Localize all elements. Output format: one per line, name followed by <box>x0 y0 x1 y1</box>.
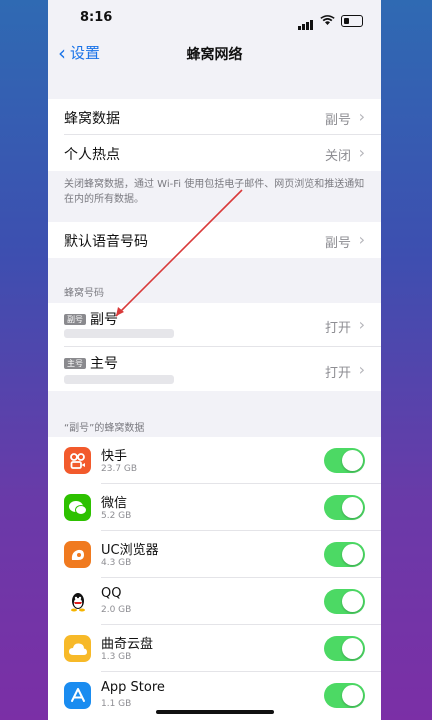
sim-label: 主号 主号 <box>64 353 118 373</box>
app-row-qq: QQ 2.0 GB <box>48 578 381 625</box>
sim-name: 副号 <box>90 312 118 328</box>
app-name: UC浏览器 <box>101 543 159 558</box>
cellular-toggle[interactable] <box>324 542 365 567</box>
cellular-signal-icon <box>298 11 314 30</box>
app-row-uc-browser: UC浏览器 4.3 GB <box>48 531 381 578</box>
status-bar: 8:16 <box>48 0 381 34</box>
app-name: 快手 <box>101 449 128 464</box>
app-usage: 2.0 GB <box>101 605 132 615</box>
cellular-numbers-header: 蜂窝号码 <box>64 288 104 299</box>
chevron-right-icon: › <box>358 107 365 126</box>
app-store-icon <box>64 682 91 709</box>
cellular-data-note: 关闭蜂窝数据，通过 Wi-Fi 使用包括电子邮件、网页浏览和推送通知在内的所有数… <box>64 179 365 205</box>
app-usage: 5.2 GB <box>101 511 132 521</box>
default-voice-line-row[interactable]: 默认语音号码 副号 › <box>48 222 381 258</box>
wifi-icon <box>320 15 335 25</box>
navigation-bar: ‹ 设置 蜂窝网络 <box>48 34 381 72</box>
app-row-kuaishou: 快手 23.7 GB <box>48 437 381 484</box>
uc-browser-icon <box>64 541 91 568</box>
primary-line-row[interactable]: 主号 主号 打开 › <box>48 347 381 391</box>
chevron-right-icon: › <box>358 360 365 379</box>
page-title: 蜂窝网络 <box>186 47 243 63</box>
app-name: 曲奇云盘 <box>101 637 154 652</box>
app-data-group: 快手 23.7 GB 微信 5.2 GB UC浏览器 4.3 GB QQ 2.0… <box>48 437 381 720</box>
row-label: 默认语音号码 <box>64 234 148 250</box>
cellular-settings-group: 蜂窝数据 副号 › 个人热点 关闭 › <box>48 99 381 171</box>
personal-hotspot-row[interactable]: 个人热点 关闭 › <box>48 135 381 171</box>
cellular-toggle[interactable] <box>324 448 365 473</box>
sim-badge: 副号 <box>64 314 86 325</box>
qq-icon <box>64 588 91 615</box>
row-value: 关闭 <box>324 149 351 164</box>
voice-group: 默认语音号码 副号 › <box>48 222 381 258</box>
app-name: QQ <box>101 586 122 601</box>
home-indicator[interactable] <box>156 710 274 714</box>
row-value: 打开 <box>324 366 351 381</box>
cellular-numbers-group: 副号 副号 打开 › 主号 主号 打开 › <box>48 303 381 391</box>
row-value: 副号 <box>324 113 351 128</box>
row-value: 副号 <box>324 236 351 251</box>
phone-number-redacted <box>64 375 174 384</box>
app-row-wechat: 微信 5.2 GB <box>48 484 381 531</box>
phone-number-redacted <box>64 329 174 338</box>
app-name: 微信 <box>101 496 128 511</box>
cellular-toggle[interactable] <box>324 495 365 520</box>
chevron-right-icon: › <box>358 230 365 249</box>
row-label: 蜂窝数据 <box>64 111 120 127</box>
row-label: 个人热点 <box>64 147 120 163</box>
secondary-line-row[interactable]: 副号 副号 打开 › <box>48 303 381 347</box>
sim-name: 主号 <box>90 356 118 372</box>
phone-screen: 8:16 ‹ 设置 蜂窝网络 蜂窝数据 副号 › 个人热点 关闭 › 关闭蜂窝数… <box>48 0 381 720</box>
app-usage: 23.7 GB <box>101 464 138 474</box>
cellular-toggle[interactable] <box>324 636 365 661</box>
wechat-icon <box>64 494 91 521</box>
cellular-toggle[interactable] <box>324 589 365 614</box>
battery-icon <box>341 14 363 27</box>
app-usage: 1.1 GB <box>101 699 132 709</box>
cellular-toggle[interactable] <box>324 683 365 708</box>
app-usage: 1.3 GB <box>101 652 132 662</box>
sim-badge: 主号 <box>64 358 86 369</box>
app-row-cloud-disk: 曲奇云盘 1.3 GB <box>48 625 381 672</box>
cellular-data-row[interactable]: 蜂窝数据 副号 › <box>48 99 381 135</box>
status-icons <box>298 11 363 30</box>
cloud-disk-icon <box>64 635 91 662</box>
sim-label: 副号 副号 <box>64 309 118 329</box>
app-name: App Store <box>101 680 165 695</box>
status-time: 8:16 <box>80 10 113 25</box>
chevron-right-icon: › <box>358 315 365 334</box>
chevron-right-icon: › <box>358 143 365 162</box>
row-value: 打开 <box>324 321 351 336</box>
app-data-header: “副号”的蜂窝数据 <box>64 423 145 434</box>
kuaishou-icon <box>64 447 91 474</box>
app-usage: 4.3 GB <box>101 558 132 568</box>
